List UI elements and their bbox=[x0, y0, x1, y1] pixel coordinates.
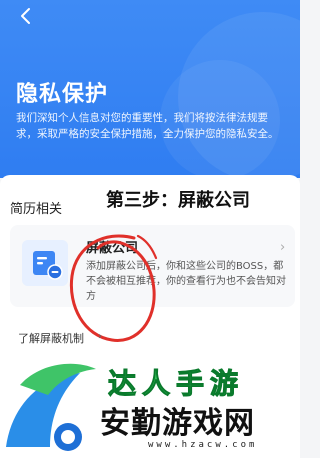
watermark-main-text: 安勤游戏网 bbox=[100, 406, 255, 441]
company-block-icon bbox=[22, 240, 68, 286]
card-title: 屏蔽公司 bbox=[86, 241, 139, 256]
learn-block-mechanism-link[interactable]: 了解屏蔽机制 bbox=[18, 330, 84, 346]
watermark-top-text: 达人手游 bbox=[107, 367, 245, 401]
privacy-description: 我们深知个人信息对您的重要性，我们将按法律法规要求，采取严格的安全保护措施，全力… bbox=[16, 112, 279, 140]
step-annotation: 第三步：屏蔽公司 bbox=[106, 190, 250, 211]
chevron-right-icon: › bbox=[280, 240, 286, 255]
card-description: 添加屏蔽公司后，你和这些公司的BOSS，都不会被相互推荐，你的查看行为也不会告知… bbox=[86, 261, 286, 302]
section-title: 简历相关 bbox=[10, 202, 63, 217]
chevron-right-icon: › bbox=[98, 331, 102, 342]
page-title: 隐私保护 bbox=[16, 82, 109, 107]
back-arrow-icon[interactable] bbox=[16, 6, 36, 26]
watermark-url: www.hzacw.com bbox=[148, 440, 258, 450]
